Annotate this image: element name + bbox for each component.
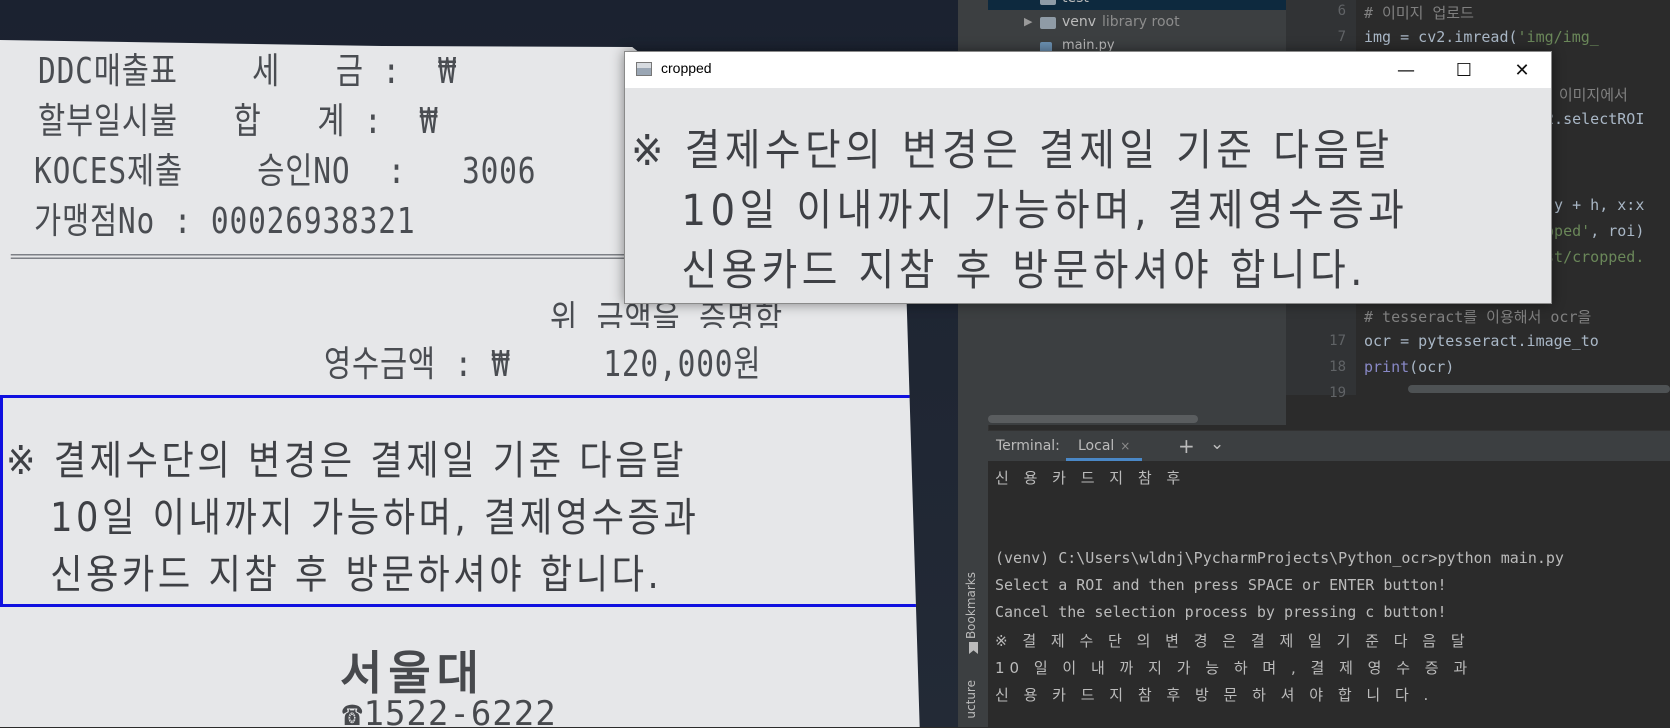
terminal-line: ※ 결 제 수 단 의 변 경 은 결 제 일 기 준 다 음 달 xyxy=(995,632,1470,650)
receipt-line-2: 할부일시불 합 계 : ₩ xyxy=(38,101,439,142)
cropped-notice-line-3: 신용카드 지참 후 방문하셔야 합니다. xyxy=(631,246,1367,296)
project-scrollbar[interactable] xyxy=(988,415,1198,423)
chevron-down-icon[interactable]: ⌄ xyxy=(1210,434,1224,454)
editor-scrollbar[interactable] xyxy=(1408,385,1670,393)
code-line-14: est/cropped. xyxy=(1536,248,1645,266)
code-line-17: # tesseract를 이용해서 ocr을 xyxy=(1364,308,1592,326)
cropped-image: ※ 결제수단의 변경은 결제일 기준 다음달 10일 이내까지 가능하며, 결제… xyxy=(625,88,1551,303)
tree-row-label: test xyxy=(1062,0,1089,6)
terminal-tab-label: Local xyxy=(1078,438,1115,454)
code-line-18: ocr = pytesseract.image_to xyxy=(1364,332,1599,350)
cropped-notice-line-2: 10일 이내까지 가능하며, 결제영수증과 xyxy=(631,186,1409,236)
line-number: 17 xyxy=(1329,333,1346,349)
line-number: 6 xyxy=(1337,3,1346,19)
receipt-notice-line-2: 10일 이내까지 가능하며, 결제영수증과 xyxy=(6,495,700,541)
terminal-line: (venv) C:\Users\wldnj\PycharmProjects\Py… xyxy=(995,549,1564,567)
receipt-notice-line-3: 신용카드 지참 후 방문하셔야 합니다. xyxy=(6,552,663,598)
receipt-line-4: 가맹점No : 00026938321 xyxy=(34,201,416,242)
code-string: 'img/img_ xyxy=(1517,28,1599,46)
window-title-bar[interactable]: cropped — ☐ ✕ xyxy=(625,52,1551,88)
line-number: 19 xyxy=(1329,385,1346,401)
code-line-7: img = cv2.imread('img/img_ xyxy=(1364,28,1599,46)
code-line-13: opped', roi) xyxy=(1536,222,1644,240)
terminal-panel: Terminal: Local × + ⌄ 신 용 카 드 지 참 후 (venv… xyxy=(988,430,1670,728)
terminal-line: 10 일 이 내 까 지 가 능 하 며 , 결 제 영 수 증 과 xyxy=(995,659,1473,677)
close-tab-icon[interactable]: × xyxy=(1120,439,1130,453)
app-icon xyxy=(636,62,652,76)
expand-arrow-icon[interactable]: ▶ xyxy=(1024,15,1032,28)
tree-row-test[interactable]: test xyxy=(988,0,1286,10)
window-title: cropped xyxy=(661,60,712,76)
receipt-phone: ☎1522-6222 xyxy=(342,694,557,727)
terminal-toolbar: Terminal: Local × + ⌄ xyxy=(988,431,1670,461)
bookmarks-tab[interactable]: Bookmarks xyxy=(964,572,978,639)
new-terminal-icon[interactable]: + xyxy=(1178,434,1195,458)
terminal-tab-local[interactable]: Local × xyxy=(1066,431,1143,461)
terminal-line: Select a ROI and then press SPACE or ENT… xyxy=(995,576,1447,594)
terminal-line: 신 용 카 드 지 참 후 xyxy=(995,469,1186,487)
code-builtin: print xyxy=(1364,358,1410,376)
terminal-title: Terminal: xyxy=(996,438,1060,454)
receipt-line-1: DDC매출표 세 금 : ₩ xyxy=(38,51,457,92)
code-token: , roi) xyxy=(1590,222,1645,240)
code-line-19: print(ocr) xyxy=(1364,358,1454,376)
library-root-hint: library root xyxy=(1102,14,1180,30)
receipt-line-3: KOCES제출 승인NO : 3006 xyxy=(34,151,537,192)
line-number: 7 xyxy=(1337,29,1346,45)
terminal-line: 신 용 카 드 지 참 후 방 문 하 셔 야 합 니 다 . xyxy=(995,686,1434,704)
receipt-notice-line-1: ※ 결제수단의 변경은 결제일 기준 다음달 xyxy=(6,438,688,484)
tree-row-label: venv xyxy=(1062,14,1097,30)
receipt-amount-line: 영수금액 : ₩ 120,000원 xyxy=(324,344,762,385)
structure-tab[interactable]: ucture xyxy=(964,680,978,719)
code-line-6: # 이미지 업로드 xyxy=(1364,4,1474,22)
code-line-9: v2.selectROI xyxy=(1536,110,1645,128)
bookmark-icon xyxy=(969,642,978,654)
code-token: (ocr) xyxy=(1409,358,1455,376)
line-number: 18 xyxy=(1329,359,1346,375)
code-line-12: y:y + h, x:x xyxy=(1536,196,1645,214)
close-button[interactable]: ✕ xyxy=(1493,52,1551,88)
minimize-button[interactable]: — xyxy=(1377,52,1435,88)
cropped-window: cropped — ☐ ✕ ※ 결제수단의 변경은 결제일 기준 다음달 10일… xyxy=(624,51,1552,304)
code-token: img = cv2.imread( xyxy=(1364,28,1518,46)
folder-icon xyxy=(1040,0,1056,5)
maximize-button[interactable]: ☐ xyxy=(1435,52,1493,88)
cropped-notice-line-1: ※ 결제수단의 변경은 결제일 기준 다음달 xyxy=(631,126,1394,176)
folder-icon xyxy=(1040,17,1056,29)
tree-row-venv[interactable]: ▶ venv library root xyxy=(988,12,1286,34)
terminal-line: Cancel the selection process by pressing… xyxy=(995,603,1447,621)
